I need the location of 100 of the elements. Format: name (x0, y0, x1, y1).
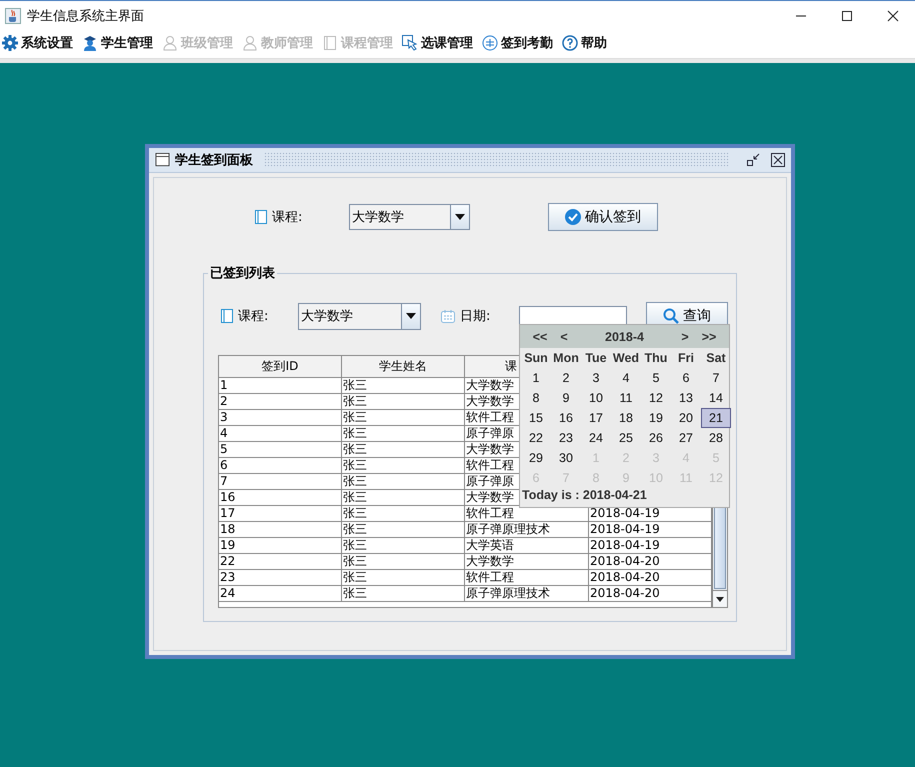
table-cell: 2 (219, 394, 342, 410)
day-cell[interactable]: 14 (701, 388, 731, 408)
nav-button[interactable]: < (552, 330, 576, 344)
confirm-sign-in-button[interactable]: 确认签到 (548, 203, 658, 231)
table-cell: 大学数学 (465, 554, 589, 570)
date-label: 日期: (460, 308, 492, 325)
window-title: 学生信息系统主界面 (27, 8, 145, 25)
panel-title: 学生签到面板 (175, 152, 253, 169)
table-cell: 张三 (342, 522, 465, 538)
course-label: 课程: (238, 308, 270, 325)
nav-button[interactable]: >> (697, 330, 721, 344)
table-cell: 22 (219, 554, 342, 570)
table-cell: 张三 (342, 458, 465, 474)
person-icon (242, 35, 258, 51)
table-cell: 张三 (342, 442, 465, 458)
book-icon (253, 209, 269, 225)
weekday-label: Sat (705, 350, 727, 367)
table-cell: 原子弹原理技术 (465, 522, 589, 538)
day-cell[interactable]: 6 (671, 368, 701, 388)
weekday-label: Thu (644, 350, 668, 367)
day-cell[interactable]: 15 (521, 408, 551, 428)
table-cell: 4 (219, 426, 342, 442)
course-label: 课程: (272, 209, 304, 226)
day-cell[interactable]: 7 (701, 368, 731, 388)
table-cell: 张三 (342, 410, 465, 426)
table-cell: 张三 (342, 490, 465, 506)
menu-item[interactable]: 选课管理 (400, 34, 480, 52)
table-cell: 张三 (342, 426, 465, 442)
day-cell[interactable]: 28 (701, 428, 731, 448)
help-icon (562, 35, 578, 51)
menu-item[interactable]: 签到考勤 (480, 34, 560, 52)
course-dropdown[interactable]: 大学数学 (298, 302, 421, 330)
table-cell: 17 (219, 506, 342, 522)
day-cell[interactable]: 5 (641, 368, 671, 388)
group-title: 已签到列表 (209, 265, 276, 282)
course-dropdown[interactable]: 大学数学 (349, 204, 470, 230)
badge-icon (482, 35, 498, 51)
check-icon (565, 209, 581, 225)
maximize-icon[interactable] (841, 10, 853, 22)
date-field[interactable] (519, 306, 627, 326)
menu-item[interactable]: 帮助 (560, 34, 614, 52)
day-cell[interactable]: 4 (611, 368, 641, 388)
menu-item[interactable]: 系统设置 (0, 34, 80, 52)
weekday-label: Wed (612, 350, 640, 367)
column-header[interactable]: 学生姓名 (342, 356, 465, 378)
day-cell[interactable]: 12 (641, 388, 671, 408)
menu-item[interactable]: 学生管理 (80, 34, 160, 52)
table-cell: 张三 (342, 394, 465, 410)
table-cell: 7 (219, 474, 342, 490)
restore-icon[interactable] (746, 153, 760, 167)
cursor-icon (402, 35, 418, 51)
day-cell[interactable]: 11 (611, 388, 641, 408)
table-cell: 原子弹原理技术 (465, 586, 589, 602)
window-icon (155, 153, 170, 167)
table-cell: 23 (219, 570, 342, 586)
weekday-label: Tue (584, 350, 608, 367)
table-cell: 1 (219, 378, 342, 394)
day-cell[interactable]: 25 (611, 428, 641, 448)
scroll-down-icon (716, 596, 724, 602)
table-cell: 张三 (342, 538, 465, 554)
student-icon (82, 35, 98, 51)
day-cell[interactable]: 21 (701, 408, 731, 428)
weekday-label: Fri (677, 350, 695, 367)
caret-icon (406, 313, 416, 319)
person-icon (162, 35, 178, 51)
table-cell: 张三 (342, 378, 465, 394)
table-cell: 张三 (342, 570, 465, 586)
calendar-icon (440, 308, 456, 324)
table-cell: 5 (219, 442, 342, 458)
search-icon (663, 308, 679, 324)
day-cell[interactable]: 26 (641, 428, 671, 448)
table-cell: 软件工程 (465, 570, 589, 586)
table-cell: 24 (219, 586, 342, 602)
day-cell[interactable]: 16 (551, 408, 581, 428)
table-cell: 张三 (342, 506, 465, 522)
month-label: 2018-4 (604, 330, 645, 344)
table-cell: 19 (219, 538, 342, 554)
nav-button[interactable]: > (673, 330, 697, 344)
table-cell: 18 (219, 522, 342, 538)
book-icon (219, 308, 235, 324)
caret-icon (455, 214, 465, 220)
table-cell: 6 (219, 458, 342, 474)
day-cell[interactable]: 13 (671, 388, 701, 408)
java-cup-icon (5, 8, 21, 24)
table-cell: 张三 (342, 474, 465, 490)
day-cell[interactable]: 27 (671, 428, 701, 448)
weekday-label: Mon (552, 350, 580, 367)
close-icon[interactable] (887, 10, 899, 22)
table-cell: 张三 (342, 586, 465, 602)
day-cell[interactable]: 19 (641, 408, 671, 428)
table-cell: 3 (219, 410, 342, 426)
weekday-label: Sun (523, 350, 549, 367)
close-icon[interactable] (771, 153, 785, 167)
nav-button[interactable]: << (528, 330, 552, 344)
day-cell[interactable]: 20 (671, 408, 701, 428)
table-cell: 张三 (342, 554, 465, 570)
day-cell[interactable]: 18 (611, 408, 641, 428)
column-header[interactable]: 签到ID (219, 356, 342, 378)
table-cell: 大学英语 (465, 538, 589, 554)
table-cell: 16 (219, 490, 342, 506)
